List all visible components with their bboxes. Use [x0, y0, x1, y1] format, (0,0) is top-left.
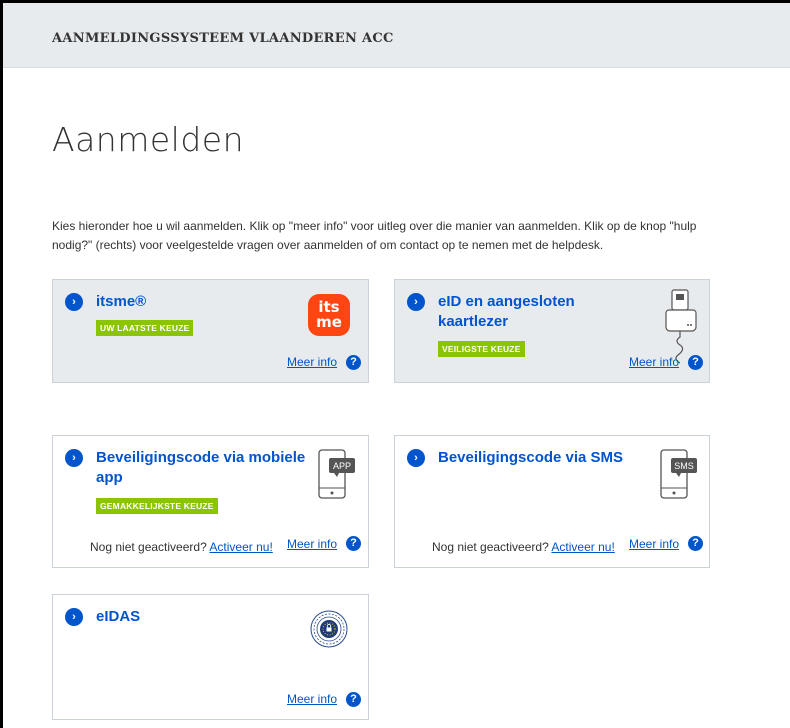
help-icon[interactable]: ?	[346, 536, 361, 551]
itsme-logo: its me	[308, 294, 350, 336]
help-icon[interactable]: ?	[688, 355, 703, 370]
activate-now-link[interactable]: Activeer nu!	[209, 540, 272, 554]
status-badge: VEILIGSTE KEUZE	[438, 341, 525, 357]
chevron-right-icon: ›	[407, 293, 425, 311]
login-option-itsme[interactable]: › itsme® UW LAATSTE KEUZE its me Meer in…	[52, 279, 369, 383]
page-title: Aanmelden	[52, 120, 244, 159]
option-title[interactable]: eIDAS	[96, 607, 140, 627]
status-badge: UW LAATSTE KEUZE	[96, 320, 194, 336]
chevron-right-icon: ›	[65, 293, 83, 311]
activation-prompt: Nog niet geactiveerd? Activeer nu!	[90, 539, 273, 555]
phone-sms-icon-label: SMS	[674, 461, 694, 471]
login-option-eidas[interactable]: › eIDAS Meer info ?	[52, 594, 369, 720]
meer-info-link[interactable]: Meer info	[629, 354, 679, 370]
phone-sms-icon: SMS	[658, 448, 700, 505]
option-title[interactable]: itsme®	[96, 292, 146, 312]
login-option-sms[interactable]: › Beveiligingscode via SMS SMS Nog niet …	[394, 435, 710, 568]
help-icon[interactable]: ?	[346, 692, 361, 707]
meer-info-link[interactable]: Meer info	[629, 536, 679, 552]
eidas-seal-icon	[309, 609, 349, 654]
meer-info-link[interactable]: Meer info	[287, 536, 337, 552]
chevron-right-icon: ›	[65, 449, 83, 467]
activation-question: Nog niet geactiveerd?	[90, 540, 207, 554]
option-title-line1: eID en aangesloten	[438, 293, 575, 310]
intro-text: Kies hieronder hoe u wil aanmelden. Klik…	[52, 219, 697, 252]
option-title[interactable]: Beveiligingscode via SMS	[438, 448, 623, 468]
option-title-line1: Beveiligingscode via mobiele	[96, 449, 306, 466]
activate-now-link[interactable]: Activeer nu!	[551, 540, 614, 554]
chevron-right-icon: ›	[65, 608, 83, 626]
site-header: AANMELDINGSSYSTEEM VLAANDEREN ACC	[3, 3, 790, 68]
option-title[interactable]: eID en aangesloten kaartlezer	[438, 292, 575, 332]
meer-info-link[interactable]: Meer info	[287, 691, 337, 707]
phone-app-icon: APP	[316, 448, 358, 505]
status-badge: GEMAKKELIJKSTE KEUZE	[96, 498, 218, 514]
option-title-line2: kaartlezer	[438, 313, 509, 330]
header-title: AANMELDINGSSYSTEEM VLAANDEREN ACC	[52, 31, 394, 46]
login-option-mobile-app[interactable]: › Beveiligingscode via mobiele app GEMAK…	[52, 435, 369, 568]
option-title-line2: app	[96, 469, 123, 486]
activation-question: Nog niet geactiveerd?	[432, 540, 549, 554]
help-icon[interactable]: ?	[346, 355, 361, 370]
meer-info-link[interactable]: Meer info	[287, 354, 337, 370]
phone-app-icon-label: APP	[333, 461, 351, 471]
itsme-logo-bottom: me	[316, 313, 342, 331]
activation-prompt: Nog niet geactiveerd? Activeer nu!	[432, 539, 615, 555]
option-title[interactable]: Beveiligingscode via mobiele app	[96, 448, 305, 488]
login-option-eid[interactable]: › eID en aangesloten kaartlezer VEILIGST…	[394, 279, 710, 383]
chevron-right-icon: ›	[407, 449, 425, 467]
help-icon[interactable]: ?	[688, 536, 703, 551]
